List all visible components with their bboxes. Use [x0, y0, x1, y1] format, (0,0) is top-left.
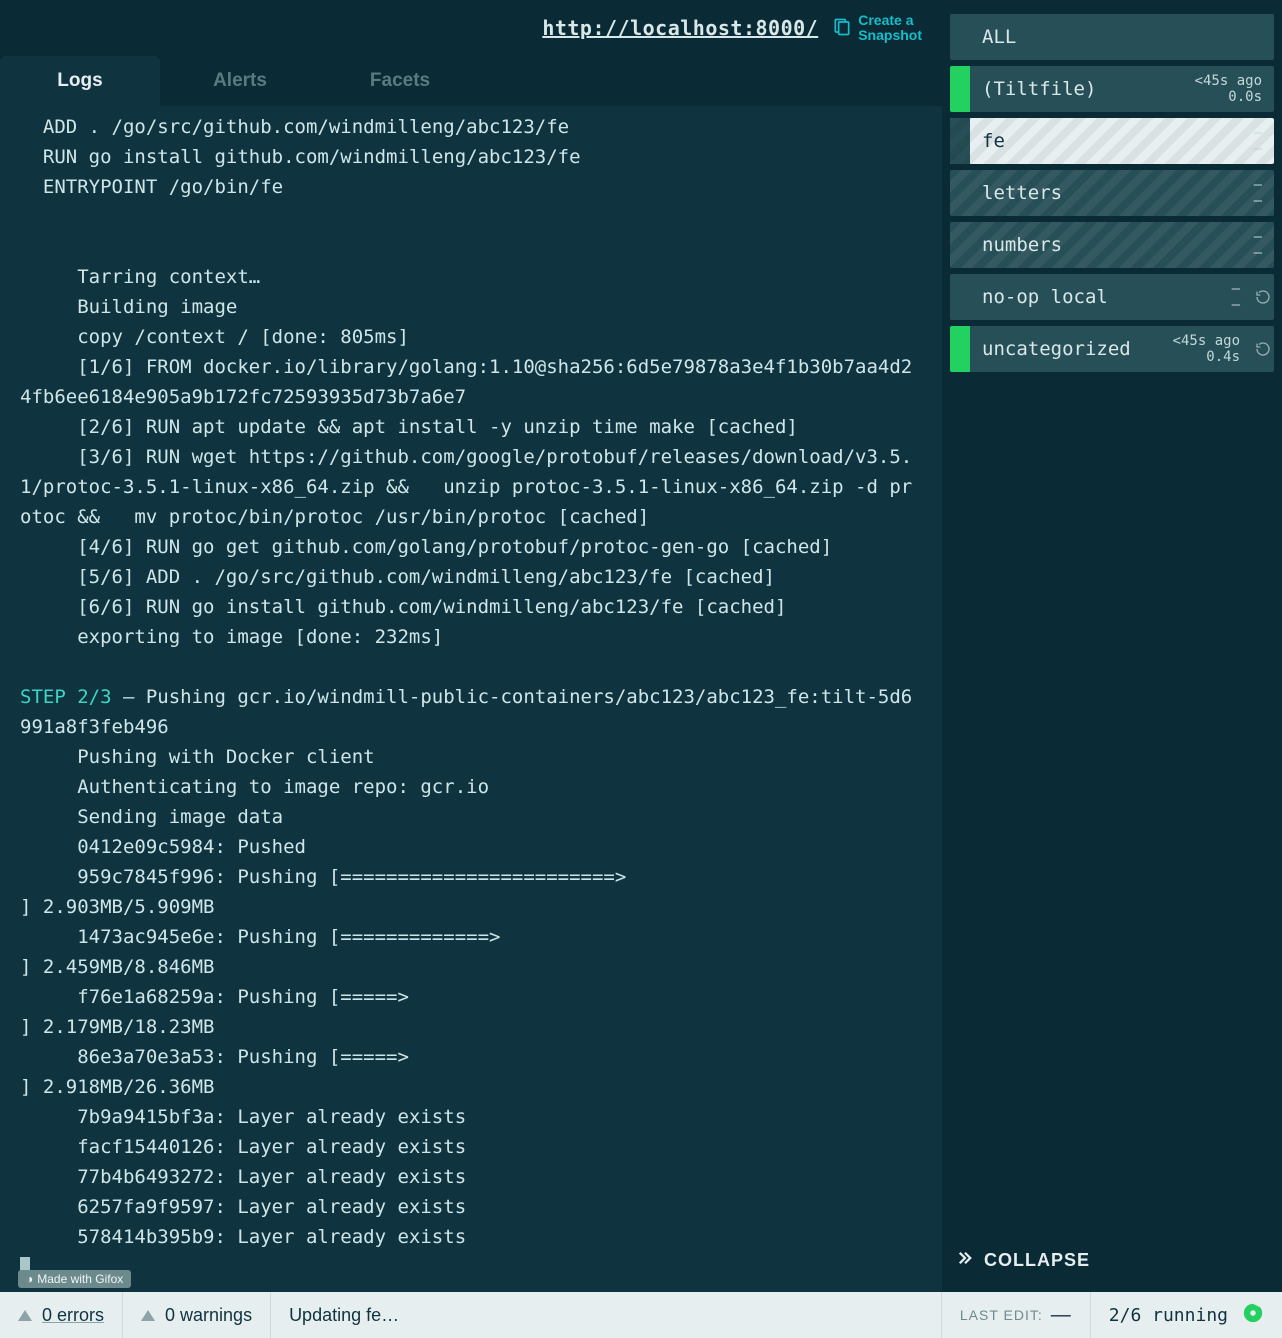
log-line: [3/6] RUN wget https://github.com/google… — [20, 442, 922, 532]
status-warnings[interactable]: 0 warnings — [123, 1292, 271, 1338]
tab-logs[interactable]: Logs — [0, 56, 160, 106]
status-updating: Updating fe… — [271, 1292, 942, 1338]
warning-triangle-icon — [141, 1310, 155, 1321]
log-line: Authenticating to image repo: gcr.io — [20, 772, 922, 802]
status-bar-indicator — [950, 170, 970, 216]
status-bar-indicator — [950, 326, 970, 372]
resource-meta: —— — [1232, 281, 1240, 313]
resource-name: letters — [982, 182, 1062, 204]
tab-facets[interactable]: Facets — [320, 56, 480, 106]
log-line: Building image — [20, 292, 922, 322]
tab-bar: Logs Alerts Facets — [0, 56, 942, 106]
refresh-icon[interactable] — [1252, 289, 1274, 305]
log-line: [5/6] ADD . /go/src/github.com/windmille… — [20, 562, 922, 592]
resource-row-fe[interactable]: fe —— — [950, 118, 1274, 164]
collapse-button[interactable]: COLLAPSE — [950, 1231, 1274, 1292]
log-line: Tarring context… — [20, 262, 922, 292]
log-line: ADD . /go/src/github.com/windmilleng/abc… — [20, 112, 922, 142]
log-line: 7b9a9415bf3a: Layer already exists — [20, 1102, 922, 1132]
status-bar-indicator — [950, 118, 970, 164]
log-line: 1473ac945e6e: Pushing [=============> ] … — [20, 922, 922, 982]
resource-name: uncategorized — [982, 338, 1131, 360]
resource-row-numbers[interactable]: numbers —— — [950, 222, 1274, 268]
resource-meta: <45s ago0.4s — [1173, 333, 1240, 365]
resource-meta: —— — [1254, 125, 1262, 157]
log-line: [1/6] FROM docker.io/library/golang:1.10… — [20, 352, 922, 412]
create-snapshot-button[interactable]: Create a Snapshot — [832, 13, 922, 43]
step-label: STEP 2/3 — [20, 686, 112, 708]
log-line — [20, 202, 922, 232]
snapshot-label-2: Snapshot — [858, 27, 922, 43]
snapshot-icon — [832, 17, 852, 40]
resource-name: numbers — [982, 234, 1062, 256]
tab-alerts[interactable]: Alerts — [160, 56, 320, 106]
status-bar: 0 errors 0 warnings Updating fe… LAST ED… — [0, 1292, 1282, 1338]
log-output[interactable]: ADD . /go/src/github.com/windmilleng/abc… — [0, 106, 942, 1292]
resource-sidebar: ALL(Tiltfile)<45s ago0.0sfe——letters——nu… — [942, 0, 1282, 1292]
log-line: 86e3a70e3a53: Pushing [=====> ] 2.918MB/… — [20, 1042, 922, 1102]
resource-row-all[interactable]: ALL — [950, 14, 1274, 60]
log-line: STEP 2/3 — Pushing gcr.io/windmill-publi… — [20, 682, 922, 742]
status-bar-indicator — [950, 66, 970, 112]
status-bar-indicator — [950, 274, 970, 320]
log-line: 77b4b6493272: Layer already exists — [20, 1162, 922, 1192]
resource-row-no-op-local[interactable]: no-op local —— — [950, 274, 1274, 320]
log-line: 0412e09c5984: Pushed — [20, 832, 922, 862]
log-line: [2/6] RUN apt update && apt install -y u… — [20, 412, 922, 442]
resource-name: (Tiltfile) — [982, 78, 1096, 100]
log-line — [20, 232, 922, 262]
log-line: 578414b395b9: Layer already exists — [20, 1222, 922, 1252]
status-bar-indicator — [950, 14, 970, 60]
endpoint-url[interactable]: http://localhost:8000/ — [542, 16, 818, 40]
log-line: 6257fa9f9597: Layer already exists — [20, 1192, 922, 1222]
refresh-icon[interactable] — [1252, 341, 1274, 357]
status-errors[interactable]: 0 errors — [0, 1292, 123, 1338]
gifox-icon: ◑ — [26, 1272, 33, 1286]
resource-name: no-op local — [982, 286, 1108, 308]
resource-row-letters[interactable]: letters —— — [950, 170, 1274, 216]
gifox-watermark: ◑ Made with Gifox — [18, 1270, 131, 1288]
status-last-edit: LAST EDIT: — — [942, 1292, 1091, 1338]
resource-meta: —— — [1254, 229, 1262, 261]
collapse-label: COLLAPSE — [984, 1250, 1090, 1271]
running-status-icon — [1242, 1302, 1264, 1329]
status-bar-indicator — [950, 222, 970, 268]
snapshot-label-1: Create a — [858, 12, 913, 28]
log-line: 959c7845f996: Pushing [=================… — [20, 862, 922, 922]
log-line: Pushing with Docker client — [20, 742, 922, 772]
log-line: Sending image data — [20, 802, 922, 832]
log-line: exporting to image [done: 232ms] — [20, 622, 922, 652]
log-line: facf15440126: Layer already exists — [20, 1132, 922, 1162]
resource-meta: —— — [1254, 177, 1262, 209]
log-line: RUN go install github.com/windmilleng/ab… — [20, 142, 922, 172]
resource-name: fe — [982, 130, 1005, 152]
log-line: [6/6] RUN go install github.com/windmill… — [20, 592, 922, 622]
resource-name: ALL — [982, 26, 1016, 48]
chevron-right-double-icon — [956, 1249, 974, 1272]
error-triangle-icon — [18, 1310, 32, 1321]
log-line: copy /context / [done: 805ms] — [20, 322, 922, 352]
log-line — [20, 652, 922, 682]
resource-row--tiltfile-[interactable]: (Tiltfile) <45s ago0.0s — [950, 66, 1274, 112]
resource-row-uncategorized[interactable]: uncategorized <45s ago0.4s — [950, 326, 1274, 372]
log-line: [4/6] RUN go get github.com/golang/proto… — [20, 532, 922, 562]
log-line: f76e1a68259a: Pushing [=====> ] 2.179MB/… — [20, 982, 922, 1042]
status-running: 2/6 running — [1091, 1292, 1282, 1338]
resource-meta: <45s ago0.0s — [1195, 73, 1262, 105]
log-line: ENTRYPOINT /go/bin/fe — [20, 172, 922, 202]
